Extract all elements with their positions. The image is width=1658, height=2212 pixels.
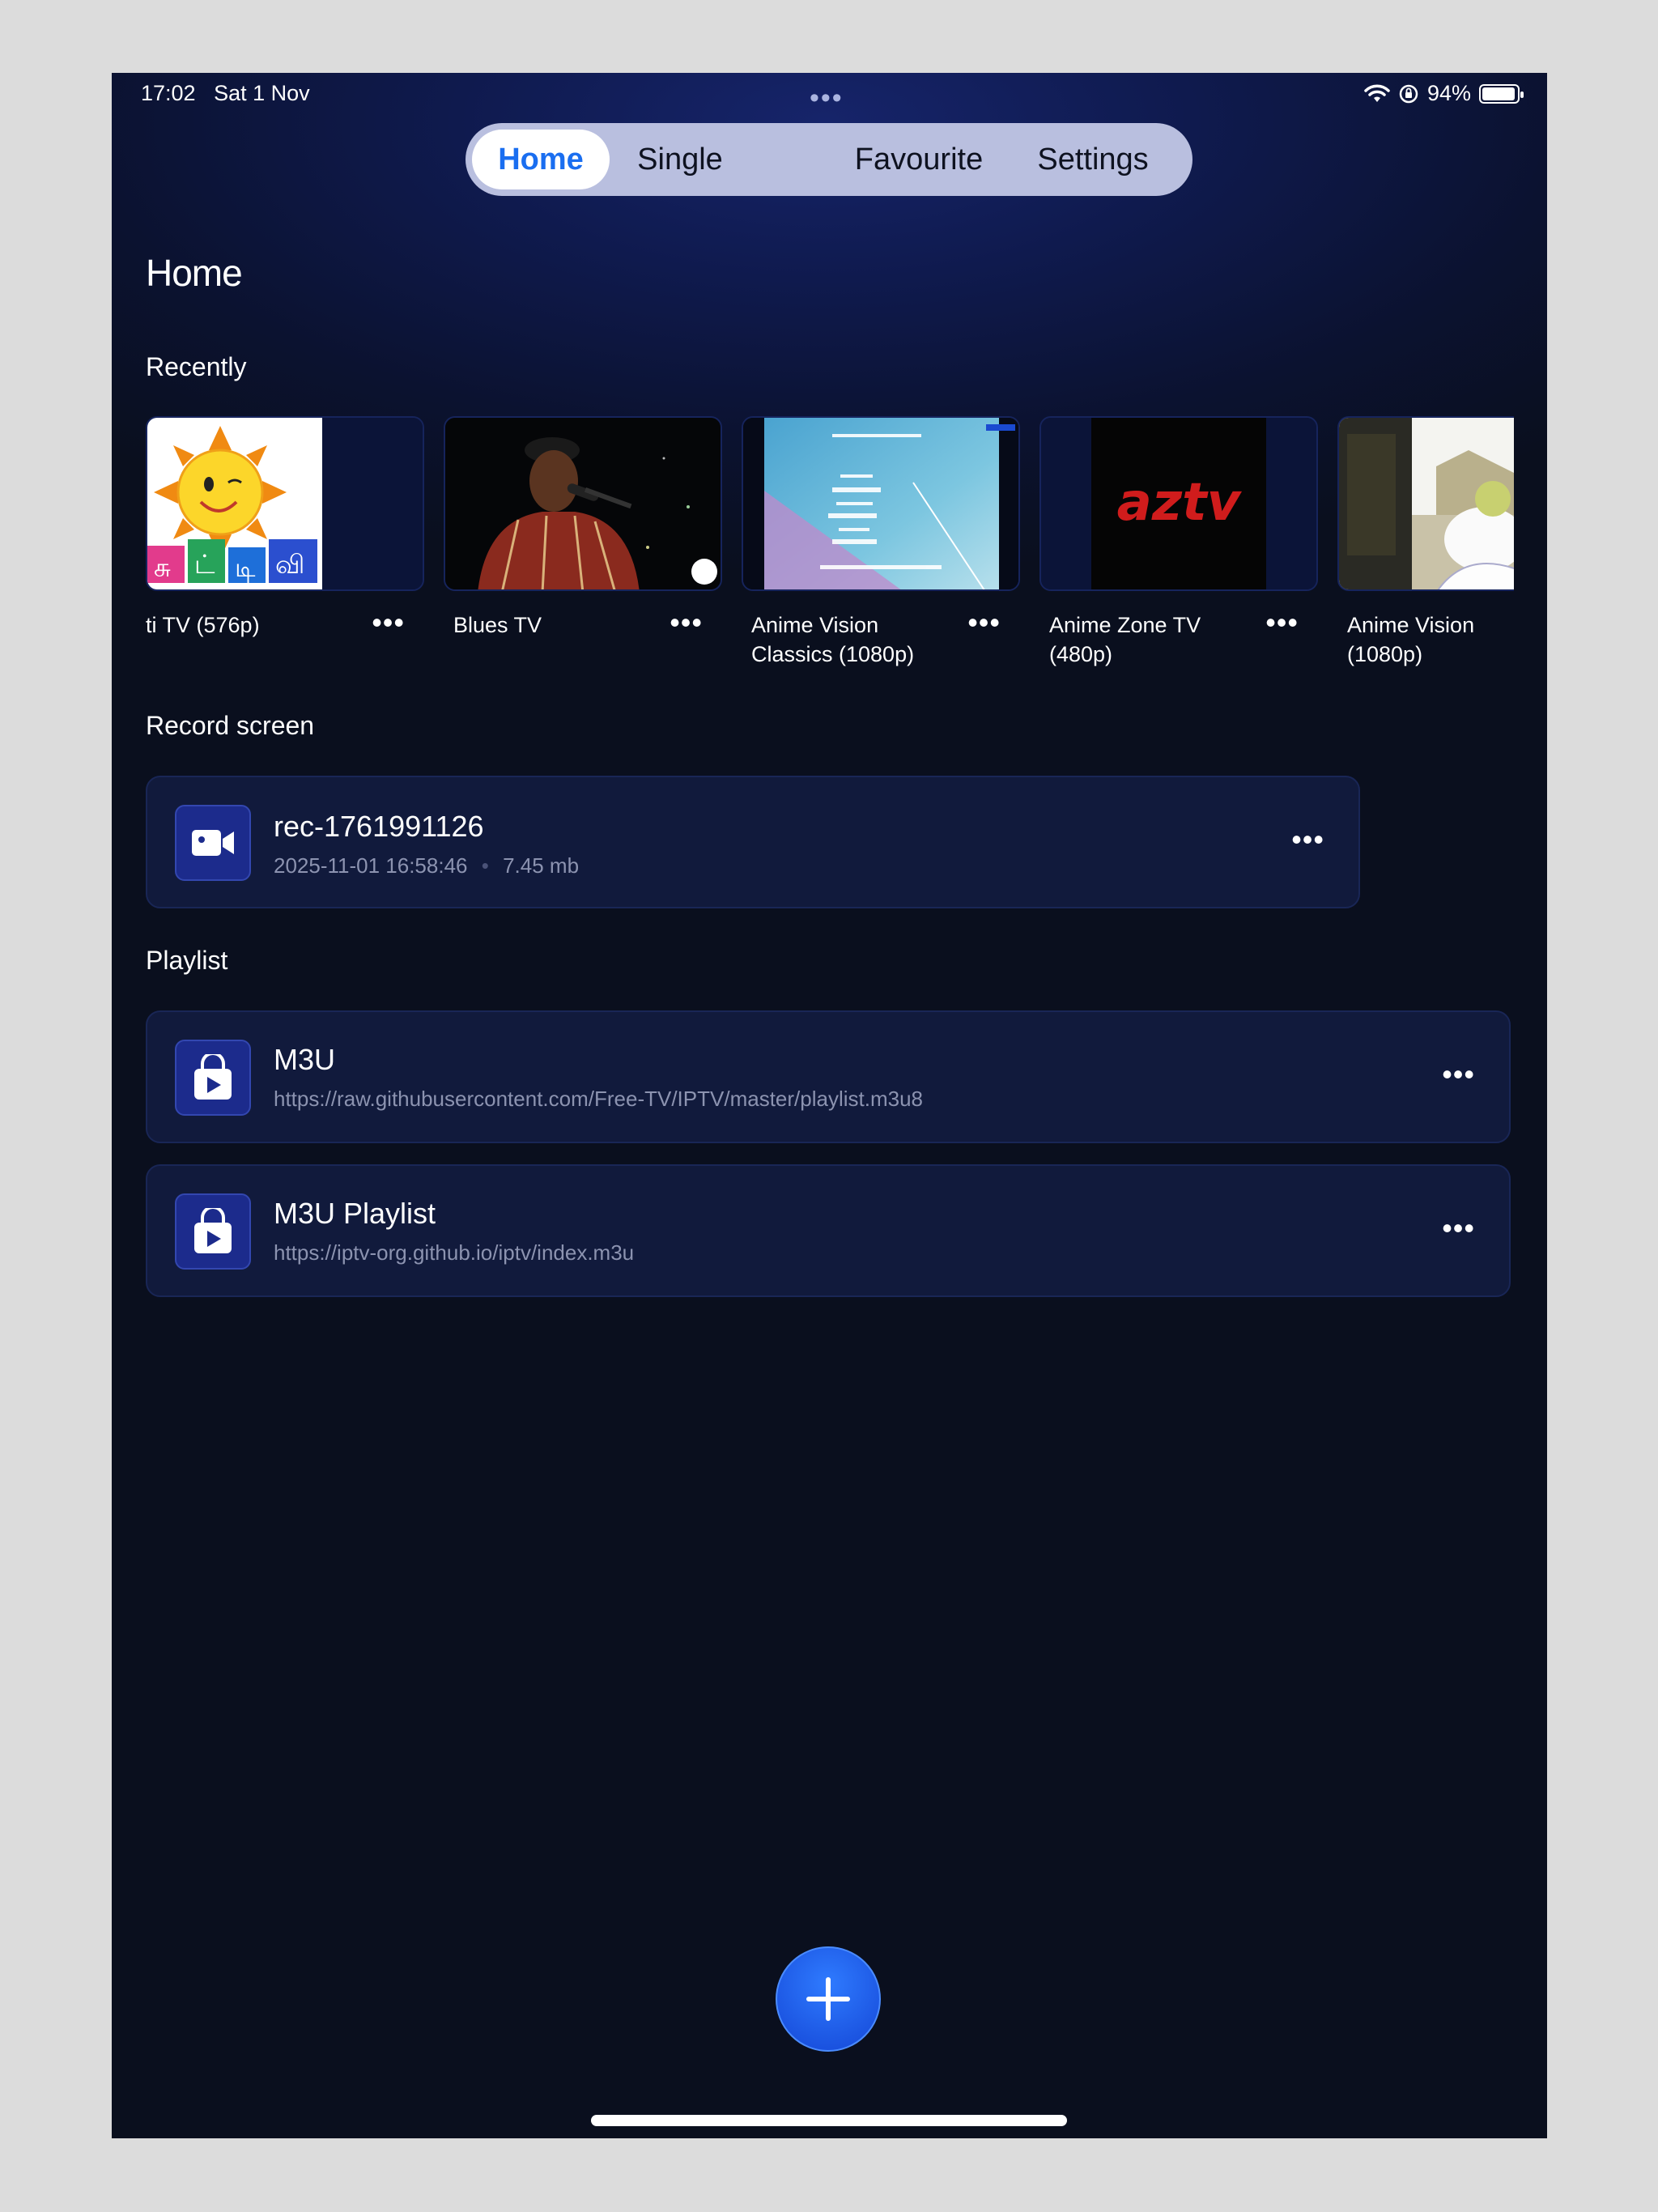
more-icon[interactable]: •••	[1442, 1057, 1475, 1091]
channel-thumbnail[interactable]	[444, 416, 722, 591]
svg-text:டி: டி	[235, 552, 256, 584]
status-time: 17:02 Sat 1 Nov	[141, 81, 310, 106]
playlist-url: https://raw.githubusercontent.com/Free-T…	[274, 1087, 923, 1111]
svg-text:சு: சு	[154, 552, 171, 583]
more-icon[interactable]: •••	[967, 606, 1001, 640]
aztv-logo: aztv	[1041, 418, 1316, 589]
status-bar: 17:02 Sat 1 Nov ••• 94%	[112, 73, 1547, 118]
playlist-row[interactable]: M3U Playlist https://iptv-org.github.io/…	[146, 1164, 1511, 1297]
wifi-icon	[1364, 84, 1390, 102]
channel-thumbnail[interactable]: சு ட் டி வி	[146, 416, 424, 591]
recently-heading: Recently	[146, 352, 247, 381]
recording-meta: 2025-11-01 16:58:46 • 7.45 mb	[274, 853, 580, 878]
playlist-url: https://iptv-org.github.io/iptv/index.m3…	[274, 1240, 635, 1265]
status-clock: 17:02	[141, 81, 196, 105]
anime-credits-frame	[743, 418, 1018, 589]
svg-text:வி: வி	[275, 549, 304, 580]
battery-icon	[1479, 83, 1524, 104]
status-date: Sat 1 Nov	[214, 81, 310, 105]
tab-home[interactable]: Home	[472, 130, 610, 189]
playlist-bag-icon	[175, 1040, 251, 1116]
anime-scene-frame	[1339, 418, 1514, 589]
playlist-bag-icon	[175, 1193, 251, 1270]
recent-channel-card[interactable]: சு ட் டி வி ti TV (576p) •••	[146, 416, 424, 639]
tab-single[interactable]: Single	[615, 130, 745, 189]
home-indicator[interactable]	[591, 2115, 1067, 2126]
channel-title: Blues TV	[453, 613, 542, 637]
channel-thumbnail[interactable]	[742, 416, 1020, 591]
channel-thumbnail[interactable]: aztv	[1039, 416, 1318, 591]
channel-thumbnail[interactable]	[1337, 416, 1514, 591]
channel-title: Anime Vision Classics (1080p)	[751, 613, 915, 666]
recent-channel-card[interactable]: Blues TV •••	[444, 416, 722, 639]
recording-date: 2025-11-01 16:58:46	[274, 853, 468, 878]
tab-bar: Home Single Favourite Settings	[466, 123, 1192, 196]
tab-settings[interactable]: Settings	[1016, 130, 1170, 189]
recently-carousel[interactable]: சு ட் டி வி ti TV (576p) ••• Blues TV ••…	[146, 416, 1514, 675]
app-window: 17:02 Sat 1 Nov ••• 94% Home Single Favo…	[112, 73, 1547, 2138]
add-button[interactable]	[776, 1946, 881, 2052]
channel-title: ti TV (576p)	[146, 613, 260, 637]
more-icon[interactable]: •••	[670, 606, 703, 640]
recent-channel-card[interactable]: aztv Anime Zone TV (480p) •••	[1039, 416, 1318, 666]
page-title: Home	[146, 252, 243, 294]
more-icon[interactable]: •••	[1291, 823, 1324, 857]
record-heading: Record screen	[146, 711, 315, 740]
recording-row[interactable]: rec-1761991126 2025-11-01 16:58:46 • 7.4…	[146, 776, 1360, 908]
recording-name: rec-1761991126	[274, 810, 484, 843]
playlist-name: M3U	[274, 1043, 336, 1076]
channel-title: Anime Vision (1080p)	[1347, 613, 1475, 666]
playlist-name: M3U Playlist	[274, 1197, 436, 1230]
recent-channel-card[interactable]: Anime Vision (1080p) •••	[1337, 416, 1514, 666]
channel-title: Anime Zone TV (480p)	[1049, 613, 1201, 666]
plus-icon	[806, 1977, 850, 2021]
recording-size: 7.45 mb	[503, 853, 580, 878]
more-icon[interactable]: •••	[1265, 606, 1299, 640]
sun-channel-logo: சு ட் டி வி	[147, 418, 423, 589]
more-icon[interactable]: •••	[1442, 1211, 1475, 1245]
more-icon[interactable]: •••	[372, 606, 405, 640]
playlist-row[interactable]: M3U https://raw.githubusercontent.com/Fr…	[146, 1010, 1511, 1143]
status-indicators: 94%	[1364, 81, 1524, 106]
svg-text:ட்: ட்	[194, 549, 215, 580]
orientation-lock-icon	[1399, 84, 1418, 103]
playlist-heading: Playlist	[146, 946, 228, 975]
aztv-logo-text: aztv	[1117, 473, 1243, 533]
singer-photo	[445, 418, 721, 589]
multitasking-dots-icon[interactable]: •••	[810, 83, 844, 114]
recent-channel-card[interactable]: Anime Vision Classics (1080p) •••	[742, 416, 1020, 666]
tab-favourite[interactable]: Favourite	[838, 130, 1000, 189]
battery-percent: 94%	[1426, 81, 1471, 105]
video-camera-icon	[175, 805, 251, 881]
